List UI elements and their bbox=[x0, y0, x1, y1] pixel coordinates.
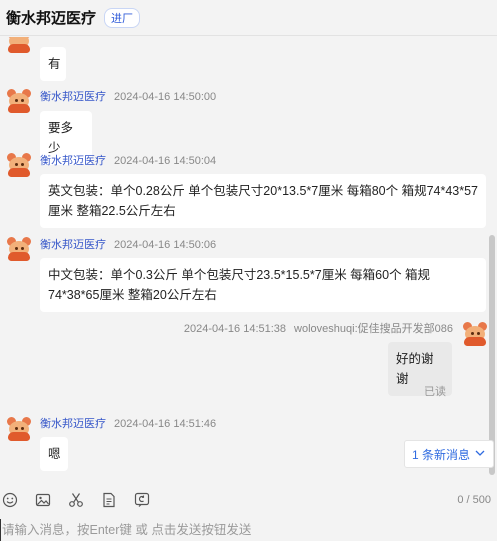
scrollbar[interactable] bbox=[489, 235, 495, 475]
new-messages-label: 1 条新消息 bbox=[411, 447, 470, 462]
avatar[interactable] bbox=[6, 417, 32, 441]
avatar[interactable] bbox=[6, 37, 32, 53]
message-bubble[interactable]: 中文包装：单个0.3公斤 单个包装尺寸23.5*15.5*7厘米 每箱60个 箱… bbox=[40, 258, 486, 312]
message-time: 2024-04-16 14:50:00 bbox=[114, 91, 217, 103]
avatar[interactable] bbox=[6, 89, 32, 113]
read-status: 已读 bbox=[424, 386, 446, 398]
avatar[interactable] bbox=[462, 322, 488, 346]
message-bubble[interactable]: 有 bbox=[40, 47, 66, 81]
sender-name[interactable]: woloveshuqi:促佳搜品开发部086 bbox=[294, 323, 453, 335]
sender-name[interactable]: 衡水邦迈医疗 bbox=[40, 418, 106, 430]
avatar[interactable] bbox=[6, 237, 32, 261]
new-messages-button[interactable]: 1 条新消息 bbox=[404, 440, 494, 468]
chevron-down-icon bbox=[474, 447, 486, 462]
message-meta: 衡水邦迈医疗 2024-04-16 14:51:46 bbox=[40, 415, 216, 431]
image-icon[interactable] bbox=[35, 492, 51, 508]
message-bubble[interactable]: 英文包装：单个0.28公斤 单个包装尺寸20*13.5*7厘米 每箱80个 箱规… bbox=[40, 174, 486, 228]
sender-name[interactable]: 衡水邦迈医疗 bbox=[40, 239, 106, 251]
message-time: 2024-04-16 14:50:04 bbox=[114, 155, 217, 167]
message-input[interactable] bbox=[0, 519, 497, 541]
message-time: 2024-04-16 14:51:46 bbox=[114, 418, 217, 430]
document-icon[interactable] bbox=[101, 492, 117, 508]
character-counter: 0 / 500 bbox=[457, 494, 491, 506]
emoji-icon[interactable] bbox=[2, 492, 18, 508]
history-icon[interactable] bbox=[134, 492, 150, 508]
message-bubble[interactable]: 嗯 bbox=[40, 437, 68, 471]
composer-toolbar bbox=[0, 480, 497, 520]
message-meta: 2024-04-16 14:51:38 woloveshuqi:促佳搜品开发部08… bbox=[184, 320, 453, 336]
avatar[interactable] bbox=[6, 153, 32, 177]
sender-name[interactable]: 衡水邦迈医疗 bbox=[40, 91, 106, 103]
sender-name[interactable]: 衡水邦迈医疗 bbox=[40, 155, 106, 167]
chat-title: 衡水邦迈医疗 bbox=[6, 10, 97, 27]
message-meta: 衡水邦迈医疗 2024-04-16 14:50:00 bbox=[40, 88, 216, 104]
message-time: 2024-04-16 14:51:38 bbox=[183, 323, 287, 335]
chat-header: 衡水邦迈医疗 进厂 bbox=[0, 0, 497, 36]
message-time: 2024-04-16 14:50:06 bbox=[114, 239, 217, 251]
message-meta: 衡水邦迈医疗 2024-04-16 14:50:04 bbox=[40, 152, 216, 168]
message-list[interactable]: 有 衡水邦迈医疗 2024-04-16 14:50:00 要多少 衡水邦迈医疗 20… bbox=[0, 37, 489, 477]
message-meta: 衡水邦迈医疗 2024-04-16 14:50:06 bbox=[40, 236, 216, 252]
status-tag[interactable]: 进厂 bbox=[104, 7, 141, 28]
scissors-icon[interactable] bbox=[68, 492, 84, 508]
